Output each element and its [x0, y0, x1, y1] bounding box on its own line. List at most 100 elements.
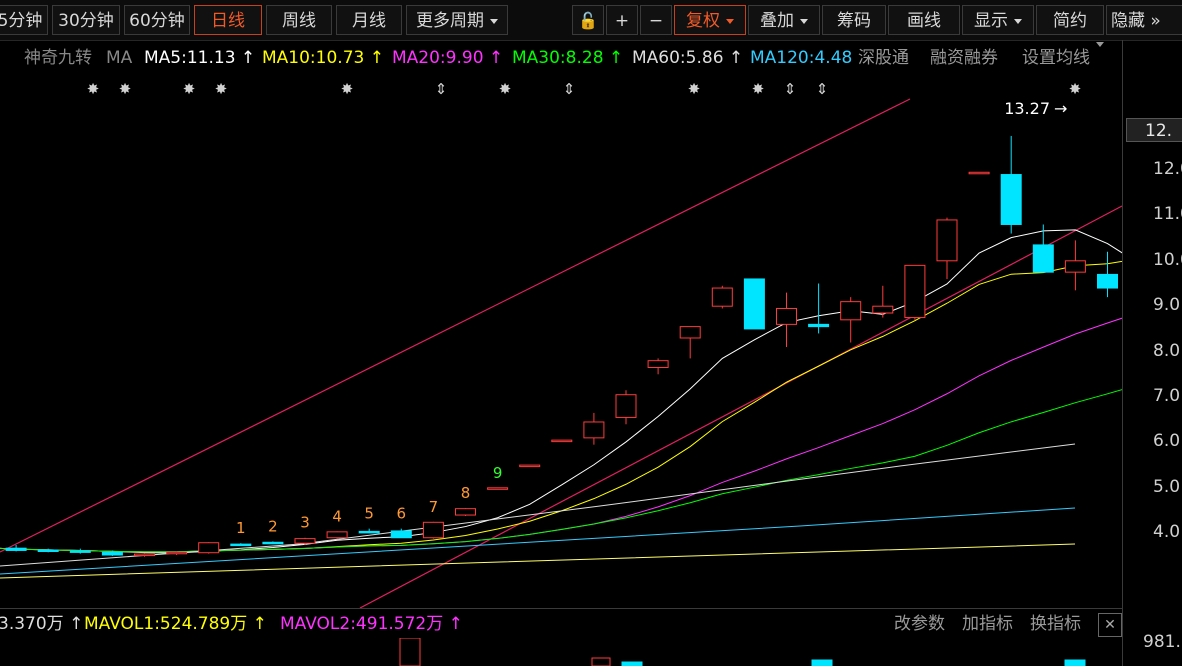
volume-bar — [1064, 659, 1086, 666]
price-axis-tick: 8.0 — [1153, 340, 1181, 361]
candle-body — [101, 551, 123, 556]
nine-turn-label: 2 — [268, 517, 278, 535]
adjust-rights-dropdown[interactable]: 复权 — [674, 5, 746, 35]
signal-mark-icon: ⇕ — [563, 80, 576, 98]
price-axis-tick: 5.0 — [1153, 476, 1181, 497]
display-dropdown[interactable]: 显示 — [962, 5, 1034, 35]
volume-axis-label: 981. — [1143, 632, 1181, 652]
signal-mark-icon: ⇕ — [435, 80, 448, 98]
signal-mark-icon: ✸ — [341, 80, 354, 98]
mavol1-text: MAVOL1:524.789万 — [84, 614, 248, 634]
up-arrow-icon: ↑ — [488, 48, 504, 68]
candle-body — [1000, 174, 1022, 225]
candle-body — [390, 530, 412, 539]
volume-bar — [621, 661, 643, 666]
more-periods-dropdown[interactable]: 更多周期 — [406, 5, 508, 35]
ma20-text: MA20:9.90 — [392, 48, 484, 68]
display-label: 显示 — [974, 11, 1008, 31]
more-periods-label: 更多周期 — [416, 11, 484, 31]
candle-body — [583, 421, 605, 439]
up-arrow-icon: ↑ — [69, 614, 84, 634]
period-60min-button[interactable]: 60分钟 — [124, 5, 190, 35]
ma20-line — [0, 317, 1122, 553]
period-monthly-button[interactable]: 月线 — [336, 5, 402, 35]
ma120-value: MA120:4.48 — [750, 48, 853, 68]
candle-body — [743, 278, 765, 330]
period-daily-button[interactable]: 日线 — [194, 5, 262, 35]
ma60-line — [0, 443, 1076, 567]
volume-value: 3.370万 ↑ — [0, 609, 83, 639]
ma120-line — [0, 507, 1076, 575]
ma5-text: MA5:11.13 — [144, 48, 236, 68]
period-30min-button[interactable]: 30分钟 — [52, 5, 120, 35]
link-margin-trading[interactable]: 融资融券 — [930, 42, 998, 74]
candle-body — [776, 307, 797, 325]
overlay-label: 叠加 — [760, 11, 794, 31]
candle-body — [615, 394, 637, 418]
volume-axis: 981. — [1122, 608, 1182, 666]
ma60-text: MA60:5.86 — [632, 48, 724, 68]
candlestick-chart[interactable]: 1 2 3 4 5 6 7 8 9 ✸ ✸ ✸ ✸ ✸ ⇕ ✸ ⇕ ✸ ✸ ⇕ ⇕ ✸ 13.27 → — [0, 74, 1122, 608]
ma20-value: MA20:9.90 ↑ — [392, 42, 503, 74]
ma-settings-label: 设置均线 — [1022, 48, 1090, 68]
chips-button[interactable]: 筹码 — [822, 5, 886, 35]
candle-body — [1064, 260, 1086, 273]
candle-body — [358, 530, 380, 534]
upper-channel-line — [0, 98, 911, 553]
draw-line-button[interactable]: 画线 — [888, 5, 960, 35]
ma5-value: MA5:11.13 ↑ — [144, 42, 255, 74]
up-arrow-icon: ↑ — [252, 614, 267, 634]
current-price-label: 12. — [1126, 118, 1182, 142]
mavol2-text: MAVOL2:491.572万 — [280, 614, 444, 634]
close-icon[interactable]: ✕ — [1098, 613, 1122, 637]
volume-chart — [399, 638, 1086, 666]
right-arrow-icon: → — [1054, 99, 1067, 118]
up-arrow-icon: ↑ — [448, 614, 463, 634]
price-axis-tick: 6.0 — [1153, 431, 1181, 452]
signal-mark-icon: ✸ — [87, 80, 100, 98]
add-indicator-button[interactable]: 加指标 — [962, 609, 1013, 639]
candle-body — [455, 508, 476, 516]
candle-body — [134, 553, 155, 557]
overlay-dropdown[interactable]: 叠加 — [748, 5, 820, 35]
lock-icon: 🔓 — [578, 11, 598, 30]
period-weekly-button[interactable]: 周线 — [266, 5, 332, 35]
signal-mark-icon: ✸ — [752, 80, 765, 98]
ma-label: MA — [106, 48, 133, 68]
candle-body — [422, 521, 444, 539]
nine-turn-label: 8 — [461, 484, 471, 502]
hide-button[interactable]: 隐藏 » — [1106, 5, 1182, 35]
nine-turn-label: 5 — [364, 505, 374, 523]
volume-bar — [811, 659, 833, 666]
nine-turn-label: 6 — [397, 505, 407, 523]
ma-settings-dropdown[interactable]: 设置均线 — [1022, 42, 1104, 74]
candle-body — [326, 531, 348, 539]
indicator-name[interactable]: 神奇九转 — [24, 42, 92, 74]
zoom-in-button[interactable]: + — [606, 5, 638, 35]
candle-body — [262, 541, 284, 545]
mavol1-value: MAVOL1:524.789万 ↑ — [84, 609, 267, 639]
mavol2-value: MAVOL2:491.572万 ↑ — [280, 609, 463, 639]
candle-body — [198, 542, 220, 554]
volume-bar — [399, 638, 421, 666]
link-shenzhen-connect[interactable]: 深股通 — [858, 42, 909, 74]
price-axis-tick: 7.0 — [1153, 386, 1181, 406]
ma250-line — [0, 543, 1076, 579]
nine-turn-label: 7 — [429, 498, 439, 516]
candle-body — [647, 360, 669, 368]
candle-body — [904, 264, 926, 319]
zoom-out-button[interactable]: − — [640, 5, 672, 35]
nine-turn-label: 4 — [332, 507, 342, 525]
price-axis-tick: 11.0 — [1153, 204, 1182, 225]
lower-channel-line — [359, 205, 1122, 608]
ma60-value: MA60:5.86 ↑ — [632, 42, 743, 74]
ma10-value: MA10:10.73 ↑ — [262, 42, 384, 74]
edit-params-button[interactable]: 改参数 — [894, 609, 945, 639]
lock-button[interactable]: 🔓 — [572, 5, 604, 35]
nine-turn-label: 3 — [300, 514, 310, 532]
signal-mark-icon: ⇕ — [816, 80, 829, 98]
simple-mode-button[interactable]: 简约 — [1036, 5, 1104, 35]
signal-mark-icon: ✸ — [119, 80, 132, 98]
switch-indicator-button[interactable]: 换指标 — [1030, 609, 1081, 639]
period-5min-button[interactable]: 5分钟 — [0, 5, 48, 35]
